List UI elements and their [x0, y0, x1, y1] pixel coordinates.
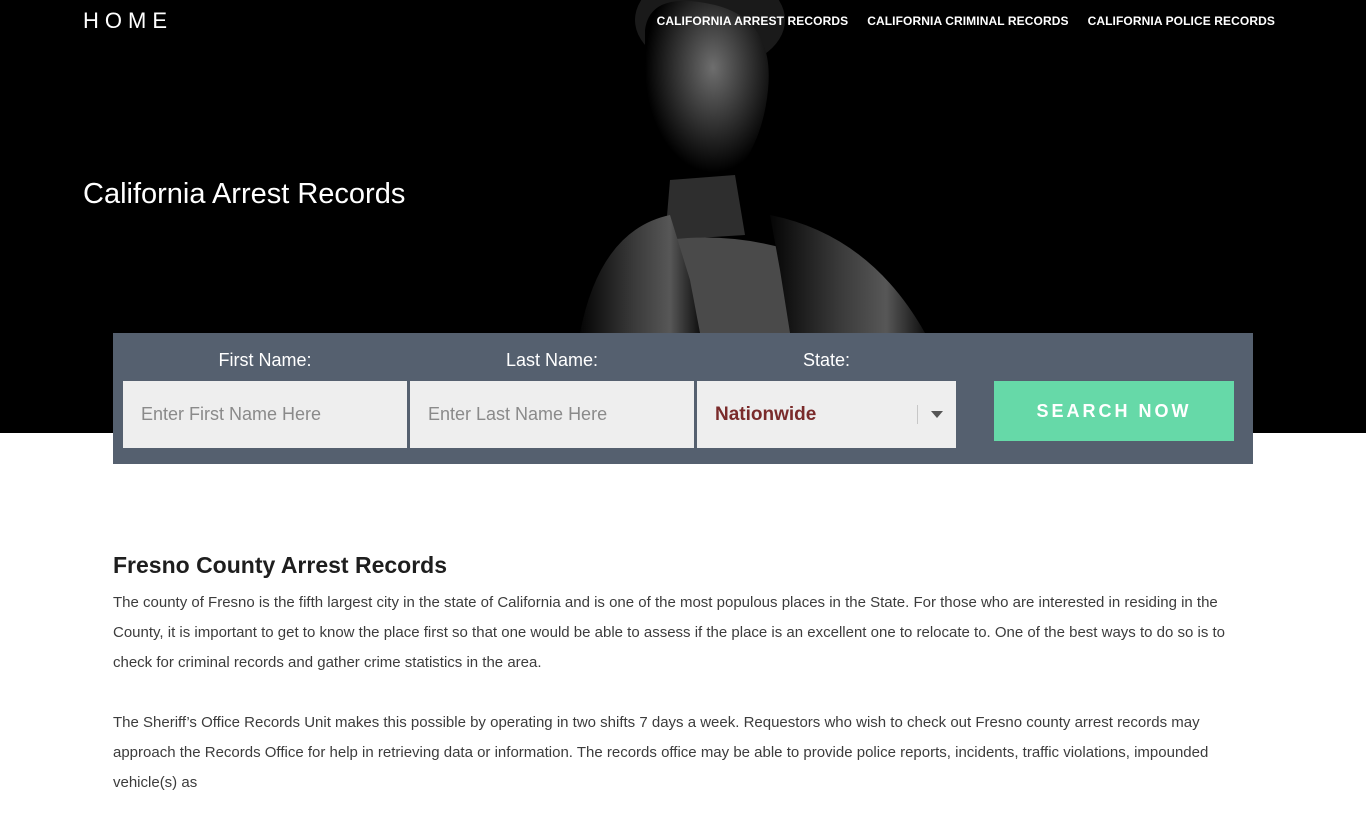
first-name-label: First Name:	[218, 350, 312, 370]
select-divider	[917, 405, 918, 424]
article-heading: Fresno County Arrest Records	[113, 552, 447, 578]
state-select[interactable]: Nationwide	[697, 381, 956, 448]
article: Fresno County Arrest Records The county …	[113, 552, 1253, 828]
nav-link-criminal-records[interactable]: CALIFORNIA CRIMINAL RECORDS	[867, 14, 1068, 28]
article-paragraph: The Sheriff’s Office Records Unit makes …	[113, 714, 1209, 791]
search-form: First Name: Last Name: State: Nationwide…	[113, 333, 1253, 464]
nav-link-arrest-records[interactable]: CALIFORNIA ARREST RECORDS	[657, 14, 849, 28]
last-name-input[interactable]	[410, 381, 694, 448]
main-nav: CALIFORNIA ARREST RECORDS CALIFORNIA CRI…	[657, 14, 1275, 28]
home-logo-link[interactable]: HOME	[83, 8, 173, 34]
first-name-input[interactable]	[123, 381, 407, 448]
state-selected-value: Nationwide	[715, 403, 817, 425]
nav-link-police-records[interactable]: CALIFORNIA POLICE RECORDS	[1088, 14, 1275, 28]
chevron-down-icon[interactable]	[931, 411, 943, 418]
search-now-button[interactable]: SEARCH NOW	[994, 381, 1234, 441]
article-paragraph: The county of Fresno is the fifth larges…	[113, 594, 1226, 671]
page-title: California Arrest Records	[83, 178, 406, 210]
last-name-label: Last Name:	[505, 350, 599, 370]
state-label: State:	[802, 350, 851, 370]
